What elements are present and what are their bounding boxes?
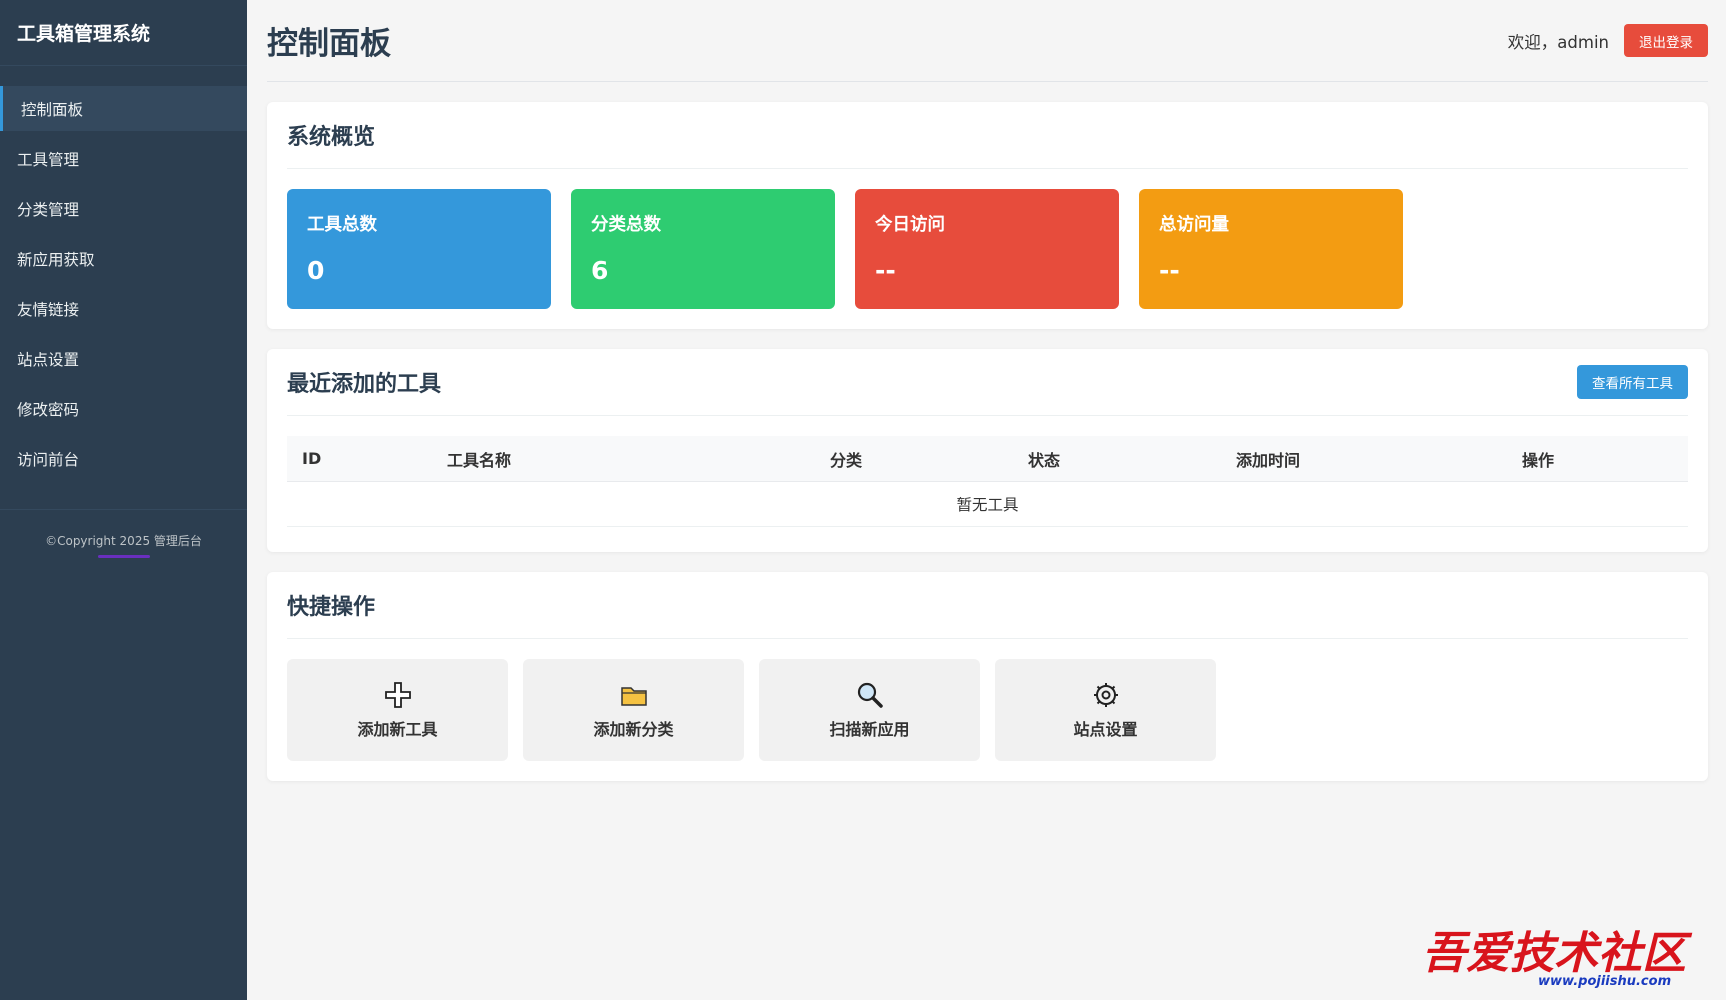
sidebar: 工具箱管理系统 控制面板 工具管理 分类管理 新应用获取 友情链接 站点设置 修… [0, 0, 247, 1000]
table-header-row: ID 工具名称 分类 状态 添加时间 操作 [287, 436, 1688, 482]
stat-label: 工具总数 [307, 215, 377, 235]
quick-actions-title: 快捷操作 [287, 595, 376, 620]
sidebar-item-new-apps[interactable]: 新应用获取 [0, 236, 247, 281]
column-header-added-time: 添加时间 [1235, 450, 1300, 470]
sidebar-item-visit-frontend[interactable]: 访问前台 [0, 436, 247, 481]
overview-card: 系统概览 工具总数 0 分类总数 6 今日访问 -- 总访问量 -- [267, 102, 1708, 329]
page-title: 控制面板 [267, 26, 391, 62]
plus-icon [383, 680, 413, 710]
sidebar-item-dashboard[interactable]: 控制面板 [0, 86, 247, 131]
copyright-text: ©Copyright 2025 管理后台 [45, 534, 202, 548]
stat-value: 6 [591, 256, 609, 285]
column-header-id: ID [302, 449, 322, 468]
quick-actions-header: 快捷操作 [287, 572, 1688, 639]
empty-table-message: 暂无工具 [287, 482, 1688, 527]
add-category-button[interactable]: 添加新分类 [523, 659, 744, 761]
stat-label: 分类总数 [591, 215, 661, 235]
action-label: 站点设置 [1073, 720, 1138, 739]
magnifier-icon [855, 680, 885, 710]
stats-row: 工具总数 0 分类总数 6 今日访问 -- 总访问量 -- [287, 189, 1688, 309]
column-header-actions: 操作 [1521, 450, 1554, 470]
folder-icon [620, 680, 648, 710]
sidebar-item-label: 访问前台 [17, 450, 80, 469]
overview-title: 系统概览 [287, 125, 376, 150]
recent-tools-table: ID 工具名称 分类 状态 添加时间 操作 暂无工具 [287, 436, 1688, 527]
stat-categories-total: 分类总数 6 [571, 189, 835, 309]
user-area: 欢迎，admin 退出登录 [1508, 24, 1708, 57]
stat-value: 0 [307, 256, 325, 285]
recent-tools-title: 最近添加的工具 [287, 372, 442, 397]
sidebar-footer: ©Copyright 2025 管理后台 [0, 509, 247, 558]
welcome-text: 欢迎，admin [1507, 32, 1609, 52]
column-header-status: 状态 [1027, 450, 1060, 470]
action-label: 扫描新应用 [829, 720, 910, 739]
stat-tools-total: 工具总数 0 [287, 189, 551, 309]
stat-label: 总访问量 [1159, 215, 1229, 235]
logout-button[interactable]: 退出登录 [1624, 24, 1708, 57]
stat-total-visits: 总访问量 -- [1139, 189, 1403, 309]
gear-icon [1092, 680, 1120, 710]
watermark-logo: 吾爱技术社区 www.pojiishu.com [1422, 928, 1693, 989]
view-all-tools-button[interactable]: 查看所有工具 [1577, 365, 1688, 399]
sidebar-item-label: 分类管理 [17, 200, 80, 219]
action-label: 添加新分类 [593, 720, 674, 739]
quick-actions-card: 快捷操作 添加新工具 添加新分类 扫描新应用 站点设置 [267, 572, 1708, 781]
sidebar-item-label: 工具管理 [17, 150, 80, 169]
action-label: 添加新工具 [357, 720, 438, 739]
sidebar-item-label: 控制面板 [21, 100, 84, 119]
sidebar-item-label: 修改密码 [17, 400, 80, 419]
stat-value: -- [1159, 256, 1180, 285]
recent-tools-header: 最近添加的工具 查看所有工具 [287, 349, 1688, 416]
stat-label: 今日访问 [875, 215, 945, 235]
footer-link[interactable] [97, 555, 150, 558]
sidebar-nav: 控制面板 工具管理 分类管理 新应用获取 友情链接 站点设置 修改密码 访问前台 [0, 86, 247, 481]
quick-actions-row: 添加新工具 添加新分类 扫描新应用 站点设置 [287, 659, 1688, 761]
sidebar-item-label: 站点设置 [17, 350, 80, 369]
recent-tools-card: 最近添加的工具 查看所有工具 ID 工具名称 分类 状态 添加时间 操作 暂无工… [267, 349, 1708, 552]
top-bar: 控制面板 欢迎，admin 退出登录 [267, 0, 1708, 82]
sidebar-item-label: 新应用获取 [17, 250, 95, 269]
add-tool-button[interactable]: 添加新工具 [287, 659, 508, 761]
app-title: 工具箱管理系统 [0, 0, 247, 66]
svg-text:www.pojiishu.com: www.pojiishu.com [1538, 974, 1671, 989]
sidebar-item-site-settings[interactable]: 站点设置 [0, 336, 247, 381]
column-header-category: 分类 [829, 450, 862, 470]
site-settings-button[interactable]: 站点设置 [995, 659, 1216, 761]
sidebar-item-categories[interactable]: 分类管理 [0, 186, 247, 231]
stat-value: -- [875, 256, 896, 285]
sidebar-item-change-password[interactable]: 修改密码 [0, 386, 247, 431]
sidebar-item-label: 友情链接 [17, 300, 80, 319]
stat-today-visits: 今日访问 -- [855, 189, 1119, 309]
sidebar-item-friend-links[interactable]: 友情链接 [0, 286, 247, 331]
scan-new-apps-button[interactable]: 扫描新应用 [759, 659, 980, 761]
overview-header: 系统概览 [287, 102, 1688, 169]
sidebar-item-tools[interactable]: 工具管理 [0, 136, 247, 181]
column-header-name: 工具名称 [447, 450, 512, 470]
svg-text:吾爱技术社区: 吾爱技术社区 [1422, 928, 1693, 979]
main-content: 控制面板 欢迎，admin 退出登录 系统概览 工具总数 0 分类总数 6 今日… [267, 0, 1708, 781]
